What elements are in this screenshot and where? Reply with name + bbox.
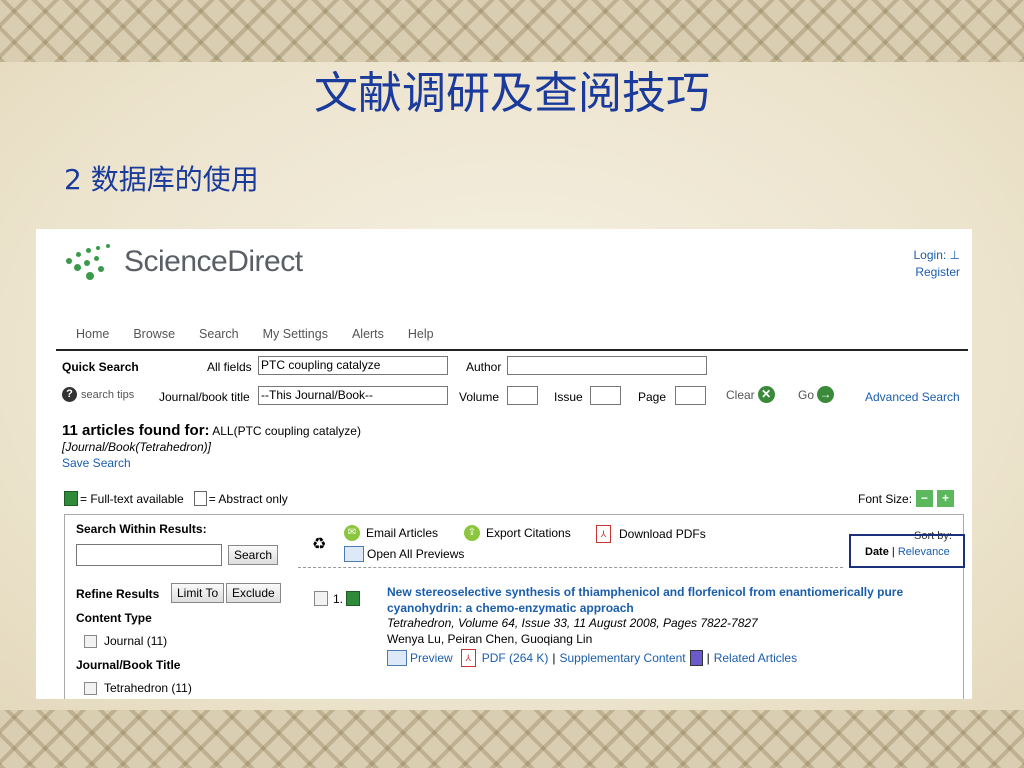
open-all-previews-action[interactable]: Open All Previews: [344, 546, 464, 562]
exclude-button[interactable]: Exclude: [226, 583, 281, 603]
slide-subtitle: 2 数据库的使用: [64, 163, 259, 196]
search-within-input[interactable]: [76, 544, 222, 566]
go-arrow-icon: →: [817, 386, 835, 403]
journal-title-input[interactable]: --This Journal/Book--: [258, 386, 448, 405]
volume-input[interactable]: [507, 386, 538, 405]
refine-results-label: Refine Results: [76, 587, 160, 601]
supplementary-content-link[interactable]: Supplementary Content: [560, 651, 686, 665]
legend-full-text: = Full-text available: [80, 491, 184, 506]
email-articles-action[interactable]: ✉ Email Articles: [344, 525, 438, 541]
nav-help[interactable]: Help: [408, 327, 434, 341]
login-block: Login: ⊥ Register: [914, 247, 961, 281]
sciencedirect-screenshot: ScienceDirect Login: ⊥ Register Home Bro…: [36, 229, 972, 699]
clear-icon: ✕: [757, 386, 775, 403]
decorative-border-top: [0, 0, 1024, 62]
sort-relevance[interactable]: Relevance: [898, 546, 950, 558]
help-icon: ?: [62, 387, 77, 402]
result-links: Preview ⅄ PDF (264 K) | Supplementary Co…: [387, 649, 797, 667]
related-articles-icon: [689, 650, 703, 666]
content-type-journal[interactable]: Journal (11): [84, 634, 167, 648]
result-title[interactable]: New stereoselective synthesis of thiamph…: [387, 584, 903, 616]
all-fields-input[interactable]: PTC coupling catalyze: [258, 356, 448, 375]
email-icon: ✉: [344, 525, 360, 541]
preview-icon: [387, 650, 407, 666]
login-icon: ⊥: [949, 248, 960, 262]
pdf-icon: ⅄: [596, 525, 611, 543]
result-citation: Tetrahedron, Volume 64, Issue 33, 11 Aug…: [387, 616, 758, 630]
font-size-label: Font Size:: [858, 491, 913, 506]
related-articles-link[interactable]: Related Articles: [714, 651, 797, 665]
search-within-label: Search Within Results:: [76, 522, 207, 536]
legend: = Full-text available = Abstract only: [64, 491, 288, 506]
result-item-marker: 1.: [314, 591, 361, 606]
nav-divider: [56, 349, 968, 351]
quick-search-label: Quick Search: [62, 360, 139, 374]
actions-divider: [298, 567, 843, 568]
clear-button[interactable]: Clear ✕: [726, 386, 775, 403]
slide-title: 文献调研及查阅技巧: [314, 68, 710, 119]
journal-title-label: Journal/book title: [159, 390, 250, 404]
results-summary: 11 articles found for: ALL(PTC coupling …: [62, 422, 361, 439]
author-label: Author: [466, 360, 502, 374]
page-input[interactable]: [675, 386, 706, 405]
page-label: Page: [638, 390, 667, 404]
search-within-button[interactable]: Search: [228, 545, 279, 565]
full-text-icon: [346, 591, 361, 606]
results-count: 11 articles found for:: [62, 422, 210, 439]
issue-input[interactable]: [590, 386, 621, 405]
full-text-icon: [64, 491, 78, 506]
advanced-search-link[interactable]: Advanced Search: [865, 390, 960, 404]
limit-to-button[interactable]: Limit To: [171, 583, 225, 603]
nav-home[interactable]: Home: [76, 327, 109, 341]
font-size-control: Font Size: − +: [858, 490, 955, 507]
search-tips[interactable]: ? search tips: [62, 387, 134, 402]
nav-browse[interactable]: Browse: [133, 327, 175, 341]
legend-abstract-only: = Abstract only: [208, 491, 288, 506]
journal-title-checkbox[interactable]: [84, 681, 97, 695]
result-number: 1.: [333, 591, 344, 606]
journal-book-title-label: Journal/Book Title: [76, 658, 181, 672]
sort-date[interactable]: Date: [865, 546, 889, 558]
results-query: ALL(PTC coupling catalyze): [212, 424, 361, 438]
pdf-link[interactable]: PDF (264 K): [482, 651, 549, 665]
journal-title-tetrahedron[interactable]: Tetrahedron (11): [84, 681, 192, 695]
logo-text: ScienceDirect: [124, 245, 303, 278]
save-search-link[interactable]: Save Search: [62, 456, 131, 470]
nav-search[interactable]: Search: [199, 327, 239, 341]
all-fields-label: All fields: [207, 360, 252, 374]
decorative-border-bottom: [0, 710, 1024, 768]
results-scope: [Journal/Book(Tetrahedron)]: [62, 440, 211, 454]
main-nav: Home Browse Search My Settings Alerts He…: [76, 327, 458, 341]
abstract-only-icon: [193, 491, 207, 506]
nav-alerts[interactable]: Alerts: [352, 327, 384, 341]
font-decrease-icon[interactable]: −: [916, 490, 934, 507]
sort-options: Date | Relevance: [849, 534, 965, 568]
recycle-icon: ♻: [312, 536, 327, 553]
result-authors: Wenya Lu, Peiran Chen, Guoqiang Lin: [387, 632, 593, 646]
register-link[interactable]: Register: [914, 264, 960, 281]
content-type-label: Content Type: [76, 611, 152, 625]
export-citations-action[interactable]: ⇪ Export Citations: [464, 525, 571, 541]
logo-dots-icon: [62, 240, 118, 284]
preview-link[interactable]: Preview: [410, 651, 453, 665]
volume-label: Volume: [459, 390, 500, 404]
login-link[interactable]: Login: ⊥: [914, 247, 961, 264]
download-pdfs-action[interactable]: ⅄ Download PDFs: [596, 525, 706, 543]
result-checkbox[interactable]: [314, 591, 328, 606]
nav-my-settings[interactable]: My Settings: [263, 327, 328, 341]
export-icon: ⇪: [464, 525, 480, 541]
author-input[interactable]: [507, 356, 707, 375]
pdf-icon: ⅄: [460, 649, 476, 667]
go-button[interactable]: Go →: [798, 386, 835, 403]
issue-label: Issue: [554, 390, 583, 404]
content-type-checkbox[interactable]: [84, 634, 97, 648]
preview-icon: [344, 546, 364, 562]
sciencedirect-logo[interactable]: ScienceDirect: [62, 237, 303, 287]
font-increase-icon[interactable]: +: [937, 490, 955, 507]
